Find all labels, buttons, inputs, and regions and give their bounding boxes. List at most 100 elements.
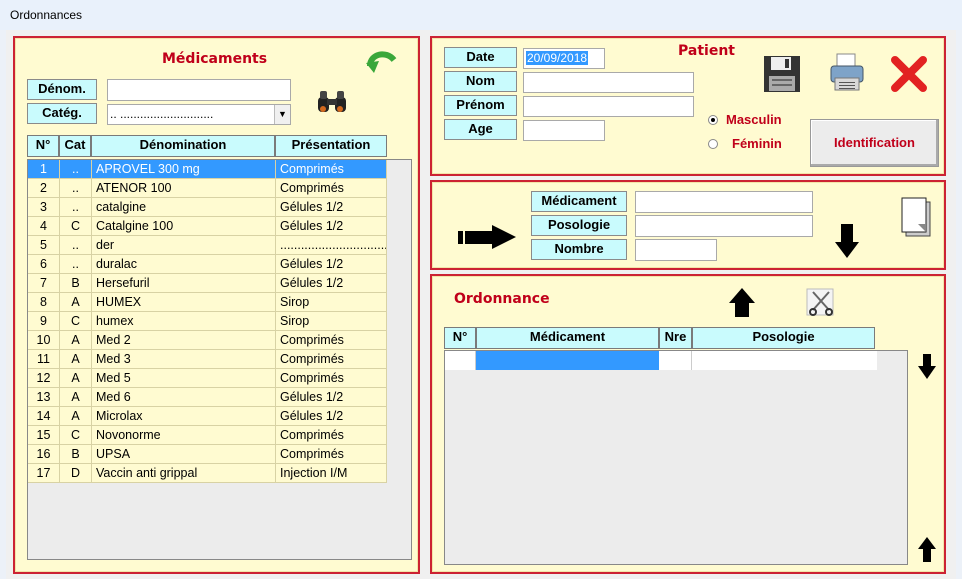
cell-n[interactable]: 12	[28, 369, 60, 388]
cell-pres[interactable]: Comprimés	[276, 160, 387, 179]
cell-n[interactable]: 17	[28, 464, 60, 483]
identification-button[interactable]: Identification	[810, 119, 939, 167]
table-row[interactable]: 9 Chumex Sirop	[28, 312, 387, 331]
cell-pres[interactable]: Gélules 1/2	[276, 388, 387, 407]
radio-feminin-dot[interactable]	[708, 139, 718, 149]
scissors-icon[interactable]	[805, 286, 839, 318]
cell-n[interactable]: 3	[28, 198, 60, 217]
cell-denom[interactable]: Med 6	[92, 388, 276, 407]
cell-pres[interactable]: Comprimés	[276, 426, 387, 445]
cell-cat[interactable]: B	[60, 274, 92, 293]
cell-pres[interactable]: Comprimés	[276, 445, 387, 464]
cell-cat[interactable]: D	[60, 464, 92, 483]
cell-cat[interactable]: ..	[60, 179, 92, 198]
cell-n[interactable]: 7	[28, 274, 60, 293]
table-row[interactable]: 10 A Med 2 Comprimés	[28, 331, 387, 350]
cell-pres[interactable]: ................................	[276, 236, 387, 255]
ordonnance-cell-medicament[interactable]	[476, 351, 659, 370]
cell-denom[interactable]: der	[92, 236, 276, 255]
cell-n[interactable]: 14	[28, 407, 60, 426]
cell-denom[interactable]: Med 3	[92, 350, 276, 369]
cell-denom[interactable]: Hersefuril	[92, 274, 276, 293]
cell-n[interactable]: 1	[28, 160, 60, 179]
ordonnance-row[interactable]	[445, 351, 877, 370]
ord-col-header-medicament[interactable]: Médicament	[476, 327, 659, 349]
radio-masculin-dot[interactable]	[708, 115, 718, 125]
ordonnance-cell-posologie[interactable]	[692, 351, 877, 370]
cell-pres[interactable]: Comprimés	[276, 350, 387, 369]
cell-pres[interactable]: Injection I/M	[276, 464, 387, 483]
cell-cat[interactable]: ..	[60, 236, 92, 255]
cell-n[interactable]: 11	[28, 350, 60, 369]
cell-denom[interactable]: Vaccin anti grippal	[92, 464, 276, 483]
cell-denom[interactable]: ATENOR 100	[92, 179, 276, 198]
table-row[interactable]: 13 A Med 6 Gélules 1/2	[28, 388, 387, 407]
cell-pres[interactable]: Gélules 1/2	[276, 407, 387, 426]
cell-n[interactable]: 13	[28, 388, 60, 407]
nom-field[interactable]	[523, 72, 694, 93]
radio-feminin[interactable]: Féminin	[708, 136, 782, 151]
radio-masculin[interactable]: Masculin	[708, 112, 782, 127]
cell-pres[interactable]: Gélules 1/2	[276, 255, 387, 274]
cell-cat[interactable]: A	[60, 369, 92, 388]
table-row[interactable]: 15 C Novonorme Comprimés	[28, 426, 387, 445]
date-field[interactable]: 20/09/2018	[523, 48, 605, 69]
chevron-down-icon[interactable]: ▼	[274, 105, 290, 124]
save-icon[interactable]	[762, 54, 802, 94]
cell-cat[interactable]: A	[60, 388, 92, 407]
col-header-cat[interactable]: Cat	[59, 135, 91, 157]
cell-pres[interactable]: Gélules 1/2	[276, 274, 387, 293]
posologie-field[interactable]	[635, 215, 813, 237]
cell-pres[interactable]: Comprimés	[276, 369, 387, 388]
prenom-field[interactable]	[523, 96, 694, 117]
cell-cat[interactable]: C	[60, 426, 92, 445]
arrow-down-small-icon[interactable]	[918, 354, 936, 380]
cell-n[interactable]: 9	[28, 312, 60, 331]
cell-denom[interactable]: Med 2	[92, 331, 276, 350]
cell-n[interactable]: 8	[28, 293, 60, 312]
cell-denom[interactable]: humex	[92, 312, 276, 331]
medicaments-grid[interactable]: 1.. APROVEL 300 mg Comprimés 2.. ATENOR 100 C…	[27, 159, 412, 560]
cell-n[interactable]: 2	[28, 179, 60, 198]
cell-pres[interactable]: Comprimés	[276, 331, 387, 350]
cell-n[interactable]: 16	[28, 445, 60, 464]
col-header-presentation[interactable]: Présentation	[275, 135, 387, 157]
cell-cat[interactable]: ..	[60, 198, 92, 217]
table-row[interactable]: 7 B Hersefuril Gélules 1/2	[28, 274, 387, 293]
cell-cat[interactable]: ..	[60, 255, 92, 274]
arrow-right-icon[interactable]	[458, 224, 518, 250]
table-row[interactable]: 1.. APROVEL 300 mg Comprimés	[28, 160, 387, 179]
document-icon[interactable]	[900, 196, 934, 240]
ord-col-header-nre[interactable]: Nre	[659, 327, 692, 349]
arrow-down-icon[interactable]	[834, 224, 860, 260]
cell-pres[interactable]: Gélules 1/2	[276, 217, 387, 236]
cell-pres[interactable]: Gélules 1/2	[276, 198, 387, 217]
cell-cat[interactable]: A	[60, 293, 92, 312]
table-row[interactable]: 3.. catalgine Gélules 1/2	[28, 198, 387, 217]
cell-n[interactable]: 6	[28, 255, 60, 274]
ordonnance-grid[interactable]	[444, 350, 908, 565]
cell-denom[interactable]: catalgine	[92, 198, 276, 217]
cell-pres[interactable]: Sirop	[276, 293, 387, 312]
arrow-up-small-icon[interactable]	[918, 536, 936, 562]
table-row[interactable]: 12 A Med 5 Comprimés	[28, 369, 387, 388]
ordonnance-cell-nre[interactable]	[659, 351, 692, 370]
table-row[interactable]: 6.. duralac Gélules 1/2	[28, 255, 387, 274]
cell-denom[interactable]: UPSA	[92, 445, 276, 464]
cell-denom[interactable]: Med 5	[92, 369, 276, 388]
close-icon[interactable]	[889, 54, 929, 94]
table-row[interactable]: 16 B UPSA Comprimés	[28, 445, 387, 464]
cell-n[interactable]: 15	[28, 426, 60, 445]
cell-n[interactable]: 10	[28, 331, 60, 350]
ordonnance-cell-n[interactable]	[445, 351, 476, 370]
table-row[interactable]: 14 A Microlax Gélules 1/2	[28, 407, 387, 426]
col-header-denomination[interactable]: Dénomination	[91, 135, 275, 157]
cell-cat[interactable]: A	[60, 331, 92, 350]
cell-n[interactable]: 5	[28, 236, 60, 255]
table-row[interactable]: 5.. der................................	[28, 236, 387, 255]
ord-col-header-posologie[interactable]: Posologie	[692, 327, 875, 349]
cell-pres[interactable]: Sirop	[276, 312, 387, 331]
binoculars-icon[interactable]	[315, 88, 349, 116]
cell-denom[interactable]: Microlax	[92, 407, 276, 426]
nombre-field[interactable]	[635, 239, 717, 261]
